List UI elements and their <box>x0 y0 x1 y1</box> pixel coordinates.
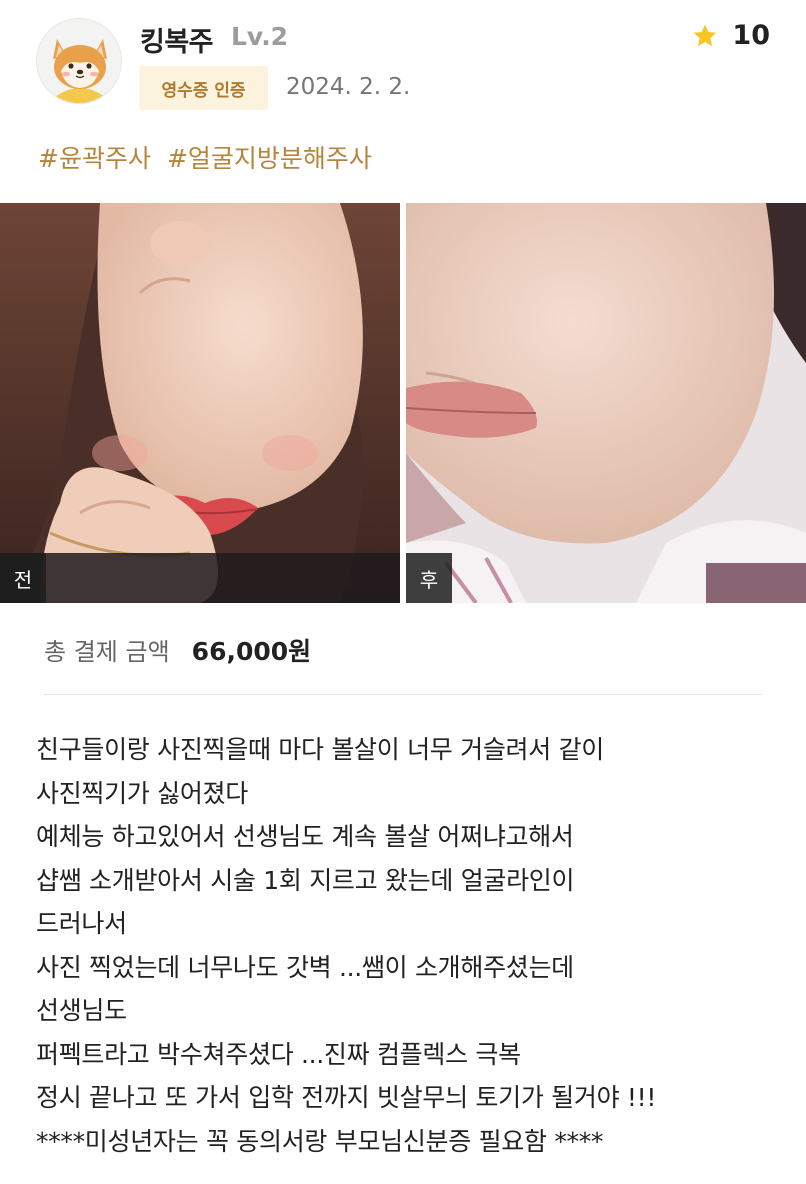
star-icon <box>694 24 717 46</box>
total-payment: 총 결제 금액 66,000원 <box>44 632 311 668</box>
receipt-verified-badge: 영수증 인증 <box>139 66 268 110</box>
hashtag[interactable]: #얼굴지방분해주사 <box>167 139 372 175</box>
after-photo-image <box>406 203 806 603</box>
divider <box>44 694 762 695</box>
review-body: 친구들이랑 사진찍을때 마다 볼살이 너무 거슬려서 같이 사진찍기가 싫어졌다… <box>36 728 776 1163</box>
review-body-line: 정시 끝나고 또 가서 입학 전까지 빗살무늬 토기가 될거야 !!! <box>36 1083 657 1112</box>
before-photo[interactable]: 전 <box>0 203 400 603</box>
review-header: 킹복주 Lv.2 영수증 인증 2024. 2. 2. 10 <box>0 0 806 120</box>
review-body-line: ****미성년자는 꼭 동의서랑 부모님신분증 필요함 **** <box>36 1126 604 1156</box>
review-body-line: 사진찍기가 싫어졌다 <box>36 778 248 808</box>
user-level: Lv.2 <box>231 22 289 51</box>
after-label: 후 <box>406 553 452 603</box>
avatar[interactable] <box>36 18 122 104</box>
review-date: 2024. 2. 2. <box>286 74 411 100</box>
after-photo[interactable]: 후 <box>406 203 806 603</box>
rating-value: 10 <box>732 20 770 51</box>
rating: 10 <box>692 20 770 51</box>
price-value: 66,000원 <box>191 637 312 666</box>
review-body-line: 선생님도 <box>36 996 127 1025</box>
review-body-line: 예체능 하고있어서 선생님도 계속 볼살 어쩌냐고해서 <box>36 822 574 851</box>
review-body-line: 드러나서 <box>36 909 127 938</box>
before-label: 전 <box>0 553 46 603</box>
review-body-line: 퍼펙트라고 박수쳐주셨다 ...진짜 컴플렉스 극복 <box>36 1039 521 1069</box>
review-body-line: 친구들이랑 사진찍을때 마다 볼살이 너무 거슬려서 같이 <box>36 735 604 764</box>
hashtag[interactable]: #윤곽주사 <box>38 139 151 175</box>
before-photo-image <box>0 203 400 603</box>
username[interactable]: 킹복주 <box>140 20 214 59</box>
shiba-dog-avatar-icon <box>37 19 121 103</box>
review-body-line: 샵쌤 소개받아서 시술 1회 지르고 왔는데 얼굴라인이 <box>36 865 575 895</box>
review-body-line: 사진 찍었는데 너무나도 갓벽 ...쌤이 소개해주셨는데 <box>36 952 574 982</box>
price-label: 총 결제 금액 <box>44 638 170 666</box>
hashtag-list: #윤곽주사 #얼굴지방분해주사 <box>38 139 372 175</box>
before-after-photos: 전 후 <box>0 203 806 603</box>
